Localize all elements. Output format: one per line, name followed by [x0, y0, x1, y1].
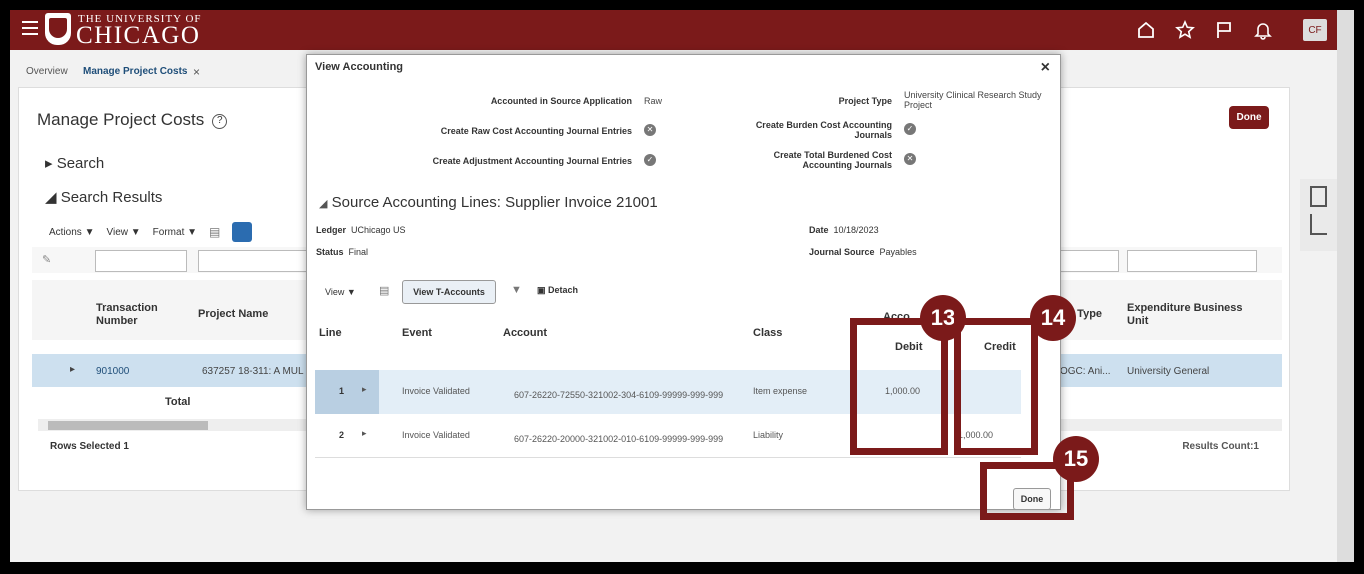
close-icon[interactable]: ×	[1041, 59, 1050, 77]
freeze-icon[interactable]: ▤	[379, 284, 389, 297]
date: Date 10/18/2023	[809, 225, 879, 235]
filter-icon[interactable]: ▼	[511, 284, 522, 296]
check-circle-icon: ✓	[644, 154, 656, 166]
x-circle-icon: ✕	[644, 124, 656, 136]
view-menu[interactable]: View ▼	[325, 287, 356, 297]
callout-15: 15	[1053, 436, 1099, 482]
header-class[interactable]: Class	[753, 327, 782, 339]
header-account[interactable]: Account	[503, 327, 547, 339]
callout-14: 14	[1030, 295, 1076, 341]
total-burdened-label: Create Total Burdened Cost Accounting Jo…	[773, 150, 892, 170]
ledger: Ledger UChicago US	[316, 225, 406, 235]
cell-class: Item expense	[753, 386, 808, 396]
source-lines-title: ◢ Source Accounting Lines: Supplier Invo…	[319, 194, 658, 211]
credit-callout-box	[954, 318, 1038, 455]
header-event[interactable]: Event	[402, 327, 432, 339]
project-type-value: University Clinical Research Study Proje…	[904, 90, 1042, 110]
raw-cost-label: Create Raw Cost Accounting Journal Entri…	[440, 126, 632, 136]
accounted-value: Raw	[644, 96, 663, 106]
scrollbar-strip[interactable]	[1337, 10, 1354, 562]
accounted-label: Accounted in Source Application	[490, 96, 632, 106]
cell-line: 2	[339, 430, 345, 440]
modal-overlay: View Accounting × Accounted in Source Ap…	[10, 10, 1337, 562]
cell-event: Invoice Validated	[402, 430, 470, 440]
app-window: THE UNIVERSITY OF CHICAGO CF Overview Ma…	[10, 10, 1337, 562]
adjustment-label: Create Adjustment Accounting Journal Ent…	[432, 156, 632, 166]
header-line[interactable]: Line	[319, 327, 342, 339]
cell-account: 607-26220-72550-321002-304-6109-99999-99…	[514, 390, 724, 400]
row-expand-icon[interactable]: ▸	[362, 428, 367, 439]
x-circle-icon: ✕	[904, 153, 916, 165]
dialog-title: View Accounting	[315, 61, 404, 73]
cell-class: Liability	[753, 430, 784, 440]
project-type-label: Project Type	[838, 96, 892, 106]
detach-button[interactable]: ▣ Detach	[537, 285, 578, 296]
view-t-accounts-button[interactable]: View T-Accounts	[402, 280, 496, 304]
row-expand-icon[interactable]: ▸	[362, 384, 367, 395]
check-circle-icon: ✓	[904, 123, 916, 135]
cell-line: 1	[339, 386, 345, 396]
cell-event: Invoice Validated	[402, 386, 470, 396]
journal-source: Journal Source Payables	[809, 247, 917, 257]
status: Status Final	[316, 247, 369, 257]
burden-label: Create Burden Cost Accounting Journals	[755, 120, 892, 140]
cell-account: 607-26220-20000-321002-010-6109-99999-99…	[514, 434, 724, 444]
